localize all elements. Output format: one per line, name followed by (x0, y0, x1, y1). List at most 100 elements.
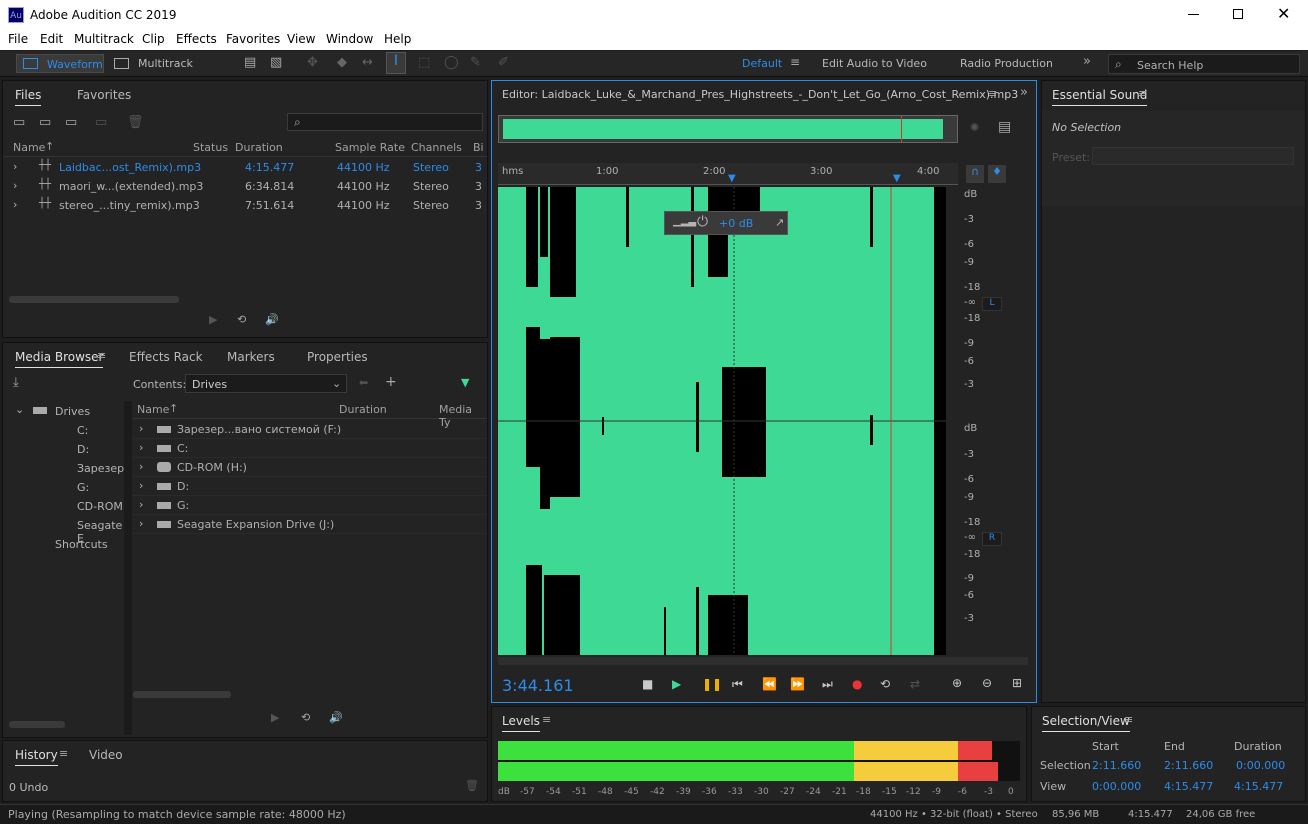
marquee-tool-icon[interactable]: ⬚ (418, 55, 430, 70)
preset-select[interactable] (1092, 147, 1294, 165)
zoom-out-amplitude-icon[interactable]: ⊖ (982, 676, 992, 690)
media-item[interactable]: › G: (133, 496, 487, 515)
col-name[interactable]: Name (13, 141, 45, 154)
expand-chevron-icon[interactable]: › (13, 160, 17, 173)
tree-cdrom[interactable]: CD-ROM (77, 500, 123, 513)
time-ruler[interactable]: hms 1:00 2:00 3:00 4:00 ▼ ▼ (498, 163, 958, 185)
col-bits[interactable]: Bi (473, 141, 484, 154)
loop-playback-button[interactable]: ⟲ (880, 677, 890, 691)
autoplay-icon[interactable]: 🔊 (265, 313, 279, 326)
current-time[interactable]: 3:44.161 (502, 676, 574, 695)
tab-markers[interactable]: Markers (227, 350, 275, 364)
col-status[interactable]: Status (193, 141, 228, 154)
rewind-button[interactable]: ⏪ (762, 677, 777, 691)
channel-r-label[interactable]: R (982, 532, 1002, 546)
channel-l-label[interactable]: L (982, 297, 1002, 311)
essential-sound-title[interactable]: Essential Sound (1052, 88, 1148, 106)
tree-drive-g[interactable]: G: (77, 481, 89, 494)
menu-window[interactable]: Window (326, 32, 373, 46)
gain-knob-icon[interactable]: ⏻ (697, 214, 708, 230)
insert-multitrack-icon[interactable]: ▭ (95, 115, 107, 130)
expand-chevron-icon[interactable]: › (139, 441, 143, 454)
minimize-icon[interactable] (1188, 14, 1199, 15)
search-help-input[interactable]: ⌕ Search Help (1108, 54, 1300, 74)
workspace-menu-icon[interactable]: ≡ (790, 55, 800, 69)
selection-duration[interactable]: 0:00.000 (1236, 759, 1285, 772)
import-file-icon[interactable]: ▭ (39, 115, 51, 130)
file-row[interactable]: › ┼┼ stereo_...tiny_remix).mp3 7:51.614 … (3, 196, 487, 215)
gain-hud[interactable]: ▁▂▃ ⏻ +0 dB ↗ (664, 211, 788, 235)
tab-video[interactable]: Video (89, 748, 123, 762)
levels-title[interactable]: Levels (502, 714, 540, 732)
razor-tool-icon[interactable]: ◆ (337, 55, 347, 70)
files-search-input[interactable]: ⌕ (287, 113, 483, 131)
autoplay-icon[interactable]: 🔊 (329, 711, 343, 724)
playhead-marker-icon[interactable]: ▼ (893, 173, 901, 184)
workspace-edit-audio-to-video[interactable]: Edit Audio to Video (822, 57, 927, 70)
zoom-in-amplitude-icon[interactable]: ⊕ (952, 676, 962, 690)
expand-chevron-icon[interactable]: › (139, 517, 143, 530)
expand-chevron-icon[interactable]: › (139, 460, 143, 473)
record-button[interactable]: ● (852, 677, 862, 691)
tree-drives[interactable]: Drives (55, 405, 90, 418)
tree-drive-d[interactable]: D: (77, 443, 89, 456)
col-channels[interactable]: Channels (411, 141, 462, 154)
time-selection-tool-icon[interactable]: I (386, 52, 406, 74)
editor-title[interactable]: Editor: Laidback_Luke_&_Marchand_Pres_Hi… (502, 88, 1018, 101)
panel-overflow-icon[interactable]: » (1020, 85, 1028, 100)
workspace-default[interactable]: Default (742, 57, 782, 70)
panel-menu-icon[interactable]: ≡ (988, 87, 997, 100)
expand-chevron-icon[interactable]: › (139, 422, 143, 435)
col-duration[interactable]: Duration (339, 403, 387, 416)
media-item[interactable]: › C: (133, 439, 487, 458)
menu-effects[interactable]: Effects (176, 32, 217, 46)
tab-properties[interactable]: Properties (307, 350, 368, 364)
spectral-pitch-icon[interactable]: ▧ (270, 55, 282, 70)
spectral-frequency-icon[interactable]: ▤ (244, 55, 256, 70)
play-icon[interactable]: ▶ (271, 711, 279, 724)
lasso-tool-icon[interactable]: ◯ (444, 55, 459, 70)
tab-files[interactable]: Files (15, 88, 42, 106)
panel-menu-icon[interactable]: ≡ (1124, 713, 1133, 726)
play-icon[interactable]: ▶ (209, 313, 217, 326)
waveform-area[interactable]: ▁▂▃ ⏻ +0 dB ↗ (498, 187, 946, 655)
expand-chevron-icon[interactable]: › (13, 179, 17, 192)
menu-favorites[interactable]: Favorites (226, 32, 280, 46)
col-duration[interactable]: Duration (235, 141, 283, 154)
new-file-icon[interactable]: ▭ (65, 115, 77, 130)
stop-button[interactable]: ■ (642, 677, 653, 691)
col-name[interactable]: Name (137, 403, 169, 416)
menu-edit[interactable]: Edit (40, 32, 63, 46)
spot-healing-icon[interactable]: ✐ (498, 55, 509, 70)
tree-shortcuts[interactable]: Shortcuts (55, 538, 108, 551)
zoom-selection-icon[interactable]: ⊞ (1012, 676, 1022, 690)
tab-media-browser[interactable]: Media Browser (15, 350, 104, 368)
selection-start[interactable]: 2:11.660 (1092, 759, 1141, 772)
play-button[interactable]: ▶ (672, 677, 681, 691)
marker-pin-icon[interactable]: ♦ (988, 165, 1006, 183)
menu-file[interactable]: File (8, 32, 28, 46)
media-splitter[interactable] (124, 401, 132, 735)
loop-icon[interactable]: ⟲ (237, 313, 246, 326)
media-item[interactable]: › D: (133, 477, 487, 496)
skip-end-button[interactable]: ⏭ (822, 677, 833, 692)
download-icon[interactable]: ⤓ (13, 375, 19, 390)
workspace-radio-production[interactable]: Radio Production (960, 57, 1053, 70)
overview-strip[interactable] (498, 115, 958, 143)
expand-chevron-icon[interactable]: › (13, 198, 17, 211)
filter-icon[interactable]: ▼ (461, 376, 469, 389)
workspace-overflow-icon[interactable]: » (1083, 54, 1091, 69)
delete-file-icon[interactable]: 🗑 (127, 115, 144, 130)
selection-marker-icon[interactable]: ▼ (728, 173, 736, 184)
tab-favorites[interactable]: Favorites (77, 88, 131, 102)
panel-menu-icon[interactable]: ≡ (542, 713, 551, 726)
zoom-target-icon[interactable]: ✺ (970, 121, 979, 134)
panel-menu-icon[interactable]: ≡ (59, 747, 68, 760)
media-scrollbar[interactable] (133, 691, 231, 698)
list-view-icon[interactable]: ▤ (998, 119, 1011, 135)
open-file-icon[interactable]: ▭ (13, 115, 25, 130)
expand-chevron-icon[interactable]: ⌄ (15, 403, 24, 416)
multitrack-button[interactable]: Multitrack (108, 54, 196, 73)
maximize-icon[interactable] (1233, 9, 1243, 19)
col-sample-rate[interactable]: Sample Rate (335, 141, 405, 154)
